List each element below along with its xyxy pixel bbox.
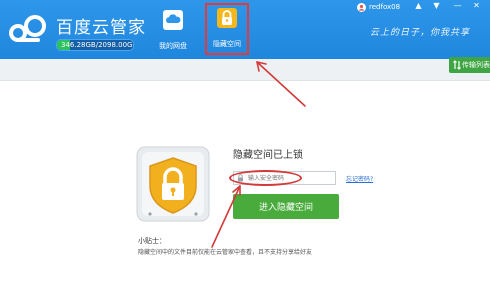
password-lock-icon — [238, 174, 243, 182]
nav-hidden-space[interactable]: 隐藏空间 — [205, 3, 249, 55]
transfer-icon — [453, 60, 461, 70]
username: redfox08 — [369, 3, 401, 11]
slogan: 云上的日子，你我共享 — [370, 28, 471, 38]
minimize-button[interactable]: — — [453, 2, 462, 10]
nav-hidden-space-label: 隐藏空间 — [213, 40, 241, 48]
user-icon — [357, 3, 366, 12]
tips-text: 隐藏空间中的文件目前仅能在云管家中查看，且不支持分享给好友 — [138, 249, 313, 256]
locked-title: 隐藏空间已上锁 — [233, 150, 303, 161]
baidu-cloud-logo-icon — [9, 15, 46, 42]
nav-my-drive-label: 我的网盘 — [159, 42, 187, 50]
cloud-drive-icon — [163, 10, 183, 30]
hidden-space-lock-icon — [136, 146, 210, 222]
security-password-input[interactable] — [233, 171, 336, 185]
transfer-list-label: 传输列表 — [462, 61, 490, 69]
menu-button[interactable]: ▼ — [432, 2, 441, 10]
toolbar — [0, 59, 490, 81]
tips-title: 小贴士： — [138, 237, 166, 245]
enter-hidden-space-button[interactable]: 进入隐藏空间 — [233, 194, 339, 219]
lock-icon — [217, 8, 237, 28]
title-bar: 百度云管家 346.28GB/2098.00GB 我的网盘 隐藏空间 redfo… — [0, 0, 490, 59]
pin-button[interactable]: ▲ — [414, 2, 423, 10]
app-title: 百度云管家 — [56, 18, 146, 38]
transfer-list-button[interactable]: 传输列表 — [449, 57, 490, 73]
storage-quota-text: 346.28GB/2098.00GB — [61, 41, 134, 49]
forgot-password-link[interactable]: 忘记密码? — [346, 174, 373, 183]
storage-quota-bar: 346.28GB/2098.00GB — [56, 39, 134, 51]
nav-my-drive[interactable]: 我的网盘 — [153, 7, 193, 55]
close-button[interactable]: ✕ — [472, 2, 481, 10]
